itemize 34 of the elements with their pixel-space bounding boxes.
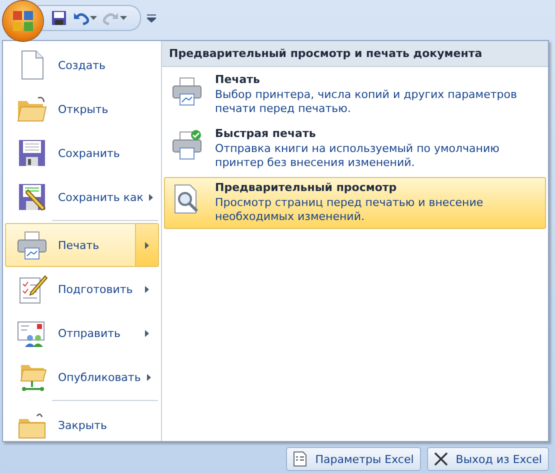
option-description: Просмотр страниц перед печатью и внесение необходимых изменений. [215, 196, 484, 224]
menu-item[interactable]: Подготовить [5, 267, 159, 311]
option-description: Выбор принтера, числа копий и других параметров печати перед печатью. [215, 88, 518, 116]
menu-item[interactable]: Создать [5, 43, 159, 87]
option-title: Быстрая печать [215, 127, 317, 140]
submenu-option[interactable]: Предварительный просмотр Просмотр страниц перед печатью и внесение необходимых изменений. [164, 177, 546, 229]
menu-item[interactable]: Закрыть [5, 403, 159, 447]
submenu-option[interactable]: Быстрая печать Отправка книги на используемый по умолчанию принтер без внесения изменений. [164, 123, 546, 175]
option-title: Печать [215, 73, 261, 86]
menu-item[interactable]: Печать [5, 223, 159, 267]
footer-button[interactable]: Выход из Excel [426, 447, 549, 471]
dropdown-arrow-icon[interactable] [120, 16, 127, 20]
office-button[interactable] [3, 1, 43, 41]
menu-item[interactable]: Сохранить [5, 131, 159, 175]
menu-item[interactable]: Опубликовать [5, 355, 159, 403]
submenu-title: Предварительный просмотр и печать документа [162, 41, 548, 67]
printer-icon [171, 75, 203, 107]
document-icon [293, 451, 308, 467]
submenu-option[interactable]: Печать Выбор принтера, числа копий и других параметров печати перед печатью. [164, 69, 546, 121]
customize-toolbar-icon[interactable] [147, 14, 156, 22]
printer-icon [16, 229, 48, 261]
menu-item[interactable]: Отправить [5, 311, 159, 355]
undo-icon[interactable] [73, 10, 89, 26]
close-icon [434, 452, 448, 466]
footer-button[interactable]: Параметры Excel [286, 447, 421, 471]
floppy-pencil-icon [16, 181, 48, 213]
dropdown-arrow-icon[interactable] [90, 16, 97, 20]
menu-item[interactable]: Сохранить как [5, 175, 159, 223]
option-title: Предварительный просмотр [215, 181, 398, 194]
save-icon[interactable] [51, 10, 67, 26]
printer-check-icon [171, 129, 203, 161]
menu-item[interactable]: Открыть [5, 87, 159, 131]
office-logo-icon [12, 10, 34, 32]
option-description: Отправка книги на используемый по умолчанию принтер без внесения изменений. [215, 142, 500, 170]
